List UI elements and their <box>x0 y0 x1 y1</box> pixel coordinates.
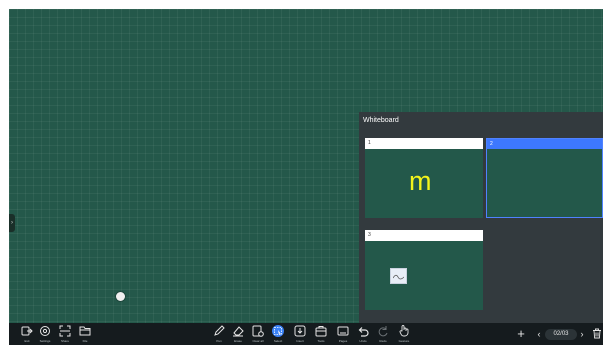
image-thumbnail <box>390 268 407 284</box>
page-thumbnail-2[interactable]: 2 <box>486 138 603 218</box>
tools-icon <box>315 326 327 337</box>
previous-page-button[interactable]: ‹ <box>535 326 543 342</box>
folder-icon <box>79 326 91 336</box>
side-expand-handle[interactable]: › <box>9 214 15 232</box>
pen-icon <box>214 325 225 336</box>
trash-icon <box>593 328 601 339</box>
delete-page-button[interactable] <box>591 326 603 342</box>
file-button[interactable]: File <box>77 324 93 344</box>
insert-icon <box>294 325 306 337</box>
eraser-icon <box>233 326 244 337</box>
redo-button[interactable]: Redo <box>375 324 391 344</box>
gesture-button[interactable]: Gesture <box>396 324 412 344</box>
tools-button[interactable]: Tools <box>313 324 329 344</box>
insert-button[interactable]: Insert <box>292 324 308 344</box>
pages-icon <box>337 326 349 336</box>
pages-panel-title: Whiteboard <box>363 117 399 124</box>
page-thumbnail-1[interactable]: 1 m <box>365 138 483 218</box>
select-button[interactable]: Select <box>270 324 286 344</box>
hand-icon <box>399 325 409 337</box>
page-count: 02/03 <box>545 329 577 340</box>
next-page-button[interactable]: › <box>578 326 586 342</box>
redo-icon <box>378 326 388 337</box>
page-number: 1 <box>365 138 483 149</box>
page-number: 2 <box>487 139 602 149</box>
exit-icon <box>21 326 33 336</box>
page-ink-text: m <box>409 166 432 196</box>
add-page-button[interactable]: + <box>515 326 527 342</box>
cursor-dot <box>116 292 125 301</box>
share-icon <box>59 325 71 337</box>
clear-all-icon <box>252 325 264 337</box>
settings-icon <box>40 326 50 336</box>
page-number: 3 <box>365 230 483 241</box>
select-icon <box>272 325 284 337</box>
page-thumbnail-3[interactable]: 3 <box>365 230 483 310</box>
file-label: File <box>82 339 88 343</box>
undo-icon <box>358 327 369 337</box>
gesture-label: Gesture <box>398 339 410 343</box>
